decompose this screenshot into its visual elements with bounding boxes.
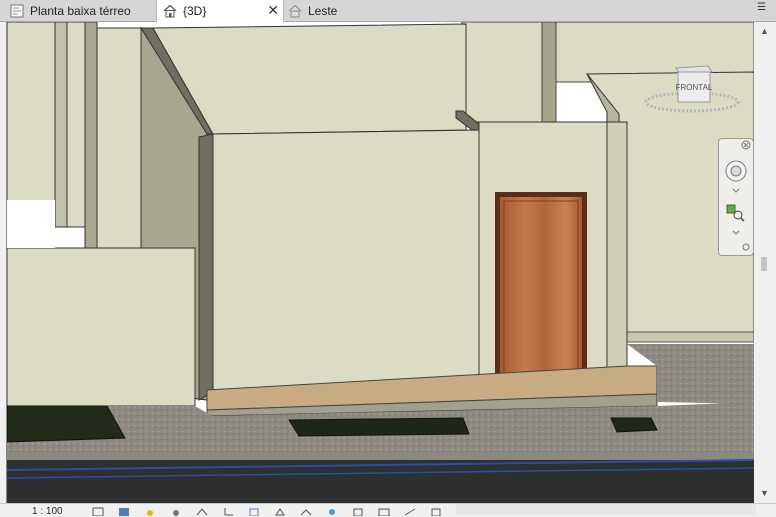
plan-view-icon	[10, 4, 24, 17]
view-scale[interactable]: 1 : 100	[32, 506, 63, 517]
sun-icon[interactable]	[144, 507, 156, 516]
viewcube[interactable]: FRONTAL	[644, 62, 740, 118]
lock-view-icon[interactable]	[274, 507, 286, 516]
temporary-properties-icon[interactable]	[378, 507, 390, 516]
dropdown-icon[interactable]: ☰	[757, 2, 766, 13]
elevation-view-icon	[288, 4, 302, 17]
house-icon	[163, 4, 177, 18]
scroll-thumb[interactable]	[761, 257, 767, 271]
chevron-down-icon[interactable]	[732, 188, 740, 193]
zoom-icon[interactable]	[726, 204, 745, 222]
highlight-displacement-icon[interactable]	[430, 507, 442, 516]
tab-label: Planta baixa térreo	[30, 3, 131, 18]
view-tab-bar: Planta baixa térreo {3D} ✕ Leste ☰	[0, 0, 776, 22]
reveal-icon[interactable]	[326, 507, 338, 516]
crop-icon[interactable]	[222, 507, 234, 516]
steering-wheel-icon[interactable]	[725, 160, 747, 182]
render-icon[interactable]	[196, 507, 208, 516]
view-control-bar: 1 : 100	[0, 503, 776, 517]
scroll-up-icon[interactable]: ▲	[760, 26, 769, 36]
visual-style-icon[interactable]	[118, 507, 130, 516]
3d-viewport[interactable]	[6, 22, 754, 503]
close-icon[interactable]: ✕	[267, 2, 279, 18]
scroll-down-icon[interactable]: ▼	[760, 488, 769, 498]
chevron-down-icon[interactable]	[732, 230, 740, 235]
tab-planta-baixa[interactable]: Planta baixa térreo	[8, 0, 156, 21]
horizontal-scrollbar[interactable]	[456, 504, 756, 515]
shadow-icon[interactable]	[170, 507, 182, 516]
crop-region-icon[interactable]	[248, 507, 260, 516]
tab-3d[interactable]: {3D} ✕	[156, 0, 284, 22]
viewcube-face-label: FRONTAL	[676, 83, 713, 92]
tab-leste[interactable]: Leste	[286, 0, 396, 21]
collapse-icon[interactable]	[742, 243, 750, 251]
3d-model-scene[interactable]	[7, 22, 754, 503]
analytical-model-icon[interactable]	[404, 507, 416, 516]
tab-label: {3D}	[183, 4, 207, 18]
door[interactable]	[500, 197, 582, 379]
vertical-scrollbar[interactable]: ▲ ▼	[754, 22, 775, 503]
navigation-bar	[718, 138, 754, 256]
hide-isolate-icon[interactable]	[300, 507, 312, 516]
detail-level-icon[interactable]	[92, 507, 104, 516]
worksharing-icon[interactable]	[352, 507, 364, 516]
tab-label: Leste	[308, 3, 338, 18]
